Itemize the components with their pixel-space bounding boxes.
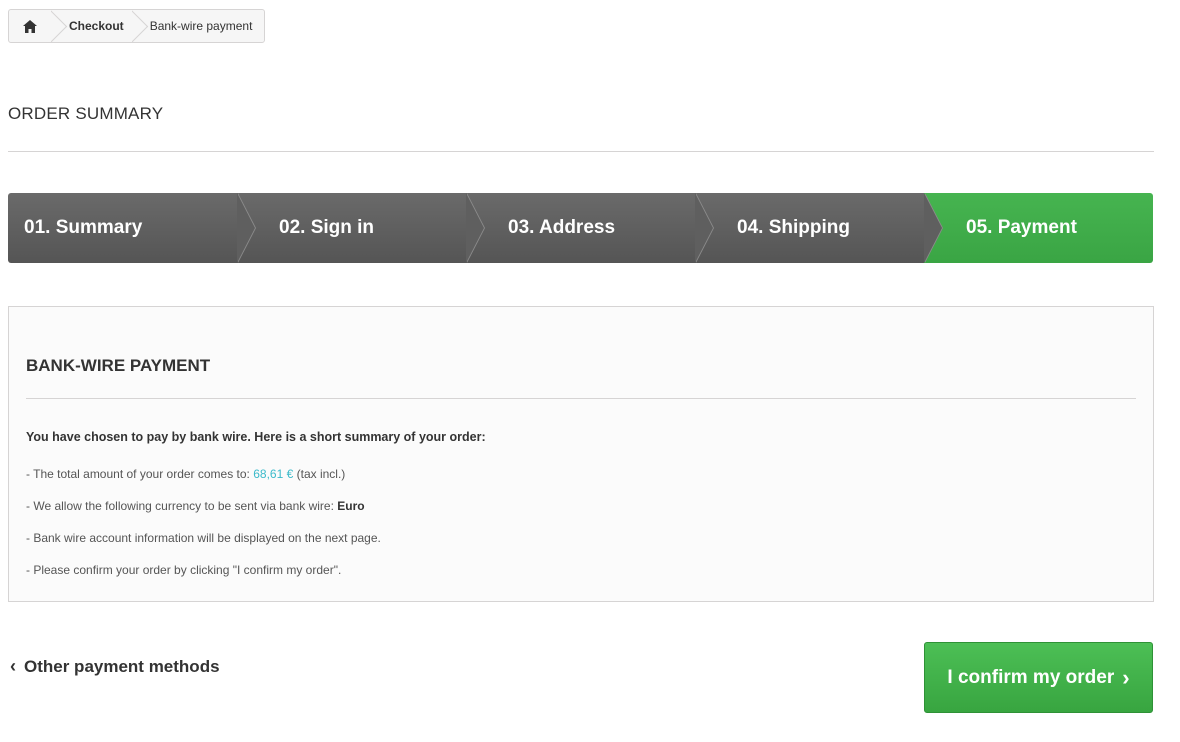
breadcrumb-current: Bank-wire payment xyxy=(149,19,253,33)
back-label: Other payment methods xyxy=(24,656,220,676)
chevron-right-icon: › xyxy=(1122,664,1130,690)
order-summary-list: - The total amount of your order comes t… xyxy=(26,465,381,593)
confirm-order-button[interactable]: I confirm my order › xyxy=(924,642,1153,713)
bank-wire-panel: BANK-WIRE PAYMENT You have chosen to pay… xyxy=(8,306,1154,602)
step-label: 04. Shipping xyxy=(737,217,850,238)
home-icon xyxy=(23,19,37,33)
breadcrumb-separator xyxy=(132,10,150,42)
other-payment-methods-link[interactable]: ‹ Other payment methods xyxy=(10,656,220,677)
panel-divider xyxy=(26,398,1136,399)
step-arrow xyxy=(237,193,255,263)
step-sign-in[interactable]: 02. Sign in xyxy=(237,193,485,263)
step-address[interactable]: 03. Address xyxy=(466,193,714,263)
step-label: 03. Address xyxy=(508,217,616,238)
breadcrumb-checkout[interactable]: Checkout xyxy=(69,10,132,42)
info-line: - Bank wire account information will be … xyxy=(26,531,381,545)
currency-line: - We allow the following currency to be … xyxy=(26,497,381,529)
step-arrow xyxy=(466,193,484,263)
breadcrumb-home[interactable] xyxy=(9,10,51,42)
step-arrow xyxy=(924,193,942,263)
breadcrumb: Checkout Bank-wire payment xyxy=(8,9,266,43)
confirm-hint-line: - Please confirm your order by clicking … xyxy=(26,563,342,577)
checkout-page: Checkout Bank-wire payment ORDER SUMMARY… xyxy=(0,0,1180,742)
step-shipping[interactable]: 04. Shipping xyxy=(695,193,943,263)
step-label: 02. Sign in xyxy=(279,217,375,238)
page-title: ORDER SUMMARY xyxy=(8,104,164,123)
step-arrow xyxy=(695,193,713,263)
breadcrumb-separator xyxy=(51,10,69,42)
step-payment: 05. Payment xyxy=(924,193,1153,263)
title-divider xyxy=(8,151,1154,152)
step-label: 01. Summary xyxy=(24,217,143,238)
total-prefix: - The total amount of your order comes t… xyxy=(26,467,254,481)
step-summary[interactable]: 01. Summary xyxy=(8,193,256,263)
panel-title: BANK-WIRE PAYMENT xyxy=(26,356,211,375)
total-amount: 68,61 € xyxy=(253,467,294,481)
total-suffix: (tax incl.) xyxy=(293,467,346,481)
currency-value: Euro xyxy=(337,499,365,513)
checkout-steps: 01. Summary 02. Sign in 03. Address 04. … xyxy=(8,193,1153,263)
confirm-label: I confirm my order xyxy=(947,666,1115,688)
panel-intro: You have chosen to pay by bank wire. Her… xyxy=(26,430,486,444)
step-label: 05. Payment xyxy=(966,217,1077,238)
currency-prefix: - We allow the following currency to be … xyxy=(26,499,338,513)
chevron-left-icon: ‹ xyxy=(10,656,16,676)
total-amount-line: - The total amount of your order comes t… xyxy=(26,465,381,497)
